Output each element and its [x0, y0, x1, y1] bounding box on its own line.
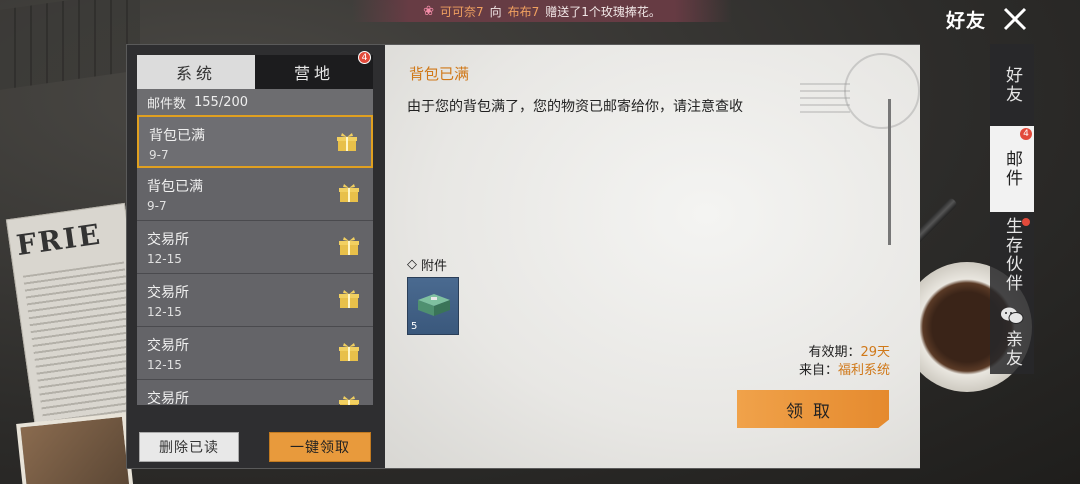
tab-mail[interactable]: 4 邮件 — [990, 126, 1034, 212]
content-scrollbar[interactable] — [888, 99, 891, 245]
list-item[interactable]: 交易所 12-15 — [137, 274, 373, 327]
mail-panel: 系统 营地 4 邮件数 155/200 背包已满 9-7 背包已满 9-7 交易… — [126, 44, 920, 469]
delete-read-button[interactable]: 删除已读 — [139, 432, 239, 462]
mail-title: 背包已满 — [149, 128, 205, 144]
attachment-label-text: 附件 — [421, 259, 448, 274]
list-item[interactable]: 交易所 — [137, 380, 373, 405]
mail-count-label: 邮件数 — [147, 96, 187, 112]
tab-close-friends-label: 亲友 — [1002, 330, 1022, 368]
mail-title: 交易所 — [147, 338, 189, 354]
right-tab-strip: 好友 4 邮件 生存伙伴 亲友 — [990, 44, 1034, 374]
tab-system-label: 系统 — [175, 64, 216, 83]
validity-value: 29天 — [860, 345, 890, 360]
mail-title: 交易所 — [147, 285, 189, 301]
notice-action: 赠送了1个玫瑰捧花。 — [545, 4, 661, 19]
mail-date: 9-7 — [149, 148, 169, 162]
gift-icon — [339, 184, 359, 202]
validity-label: 有效期： — [808, 345, 861, 360]
gift-icon — [339, 290, 359, 308]
camp-badge: 4 — [358, 51, 371, 64]
gift-icon — [337, 133, 357, 151]
mail-list[interactable]: 背包已满 9-7 背包已满 9-7 交易所 12-15 交易所 12-15 交易… — [137, 115, 373, 405]
claim-button[interactable]: 领取 — [737, 390, 889, 428]
mail-count-value: 155/200 — [194, 94, 249, 110]
page-title: 好友 — [946, 10, 987, 32]
attachment-label: ◇ 附件 — [407, 255, 447, 274]
mail-actions: 删除已读 一键领取 — [139, 432, 371, 462]
gift-notification: ❀ 可可奈7 向 布布7 赠送了1个玫瑰捧花。 — [352, 0, 732, 22]
mail-body: 由于您的背包满了，您的物资已邮寄给你，请注意查收 — [407, 99, 743, 115]
mail-date: 9-7 — [147, 199, 167, 213]
close-icon — [1003, 7, 1027, 31]
mail-sender: 来自：福利系统 — [799, 359, 890, 378]
list-item[interactable]: 交易所 12-15 — [137, 221, 373, 274]
tab-system[interactable]: 系统 — [137, 55, 255, 89]
mail-list-column: 系统 营地 4 邮件数 155/200 背包已满 9-7 背包已满 9-7 交易… — [137, 51, 373, 463]
tab-camp[interactable]: 营地 4 — [255, 51, 373, 89]
close-button[interactable] — [1002, 6, 1028, 32]
mail-date: 12-15 — [147, 305, 182, 319]
sender-label: 来自： — [798, 363, 838, 378]
tab-mail-label: 邮件 — [1002, 150, 1022, 188]
sender-value: 福利系统 — [837, 363, 890, 378]
mail-subject: 背包已满 — [409, 65, 470, 83]
mail-title: 交易所 — [147, 391, 189, 405]
gift-icon — [339, 343, 359, 361]
mail-title: 交易所 — [147, 232, 189, 248]
tab-friends[interactable]: 好友 — [990, 44, 1034, 126]
mail-count: 邮件数 155/200 — [137, 89, 373, 115]
mail-content: 背包已满 由于您的背包满了，您的物资已邮寄给你，请注意查收 ◇ 附件 5 有效期… — [385, 45, 920, 468]
mail-badge: 4 — [1020, 128, 1032, 140]
gift-icon — [339, 237, 359, 255]
tab-companion[interactable]: 生存伙伴 — [990, 214, 1034, 296]
photo-decoration — [16, 412, 134, 484]
supply-box-icon — [418, 294, 450, 316]
notice-receiver: 布布7 — [507, 4, 540, 19]
mail-title: 背包已满 — [147, 179, 203, 195]
mail-date: 12-15 — [147, 252, 182, 266]
list-item[interactable]: 交易所 12-15 — [137, 327, 373, 380]
tab-camp-label: 营地 — [293, 64, 334, 83]
diamond-icon: ◇ — [407, 257, 417, 272]
notice-sender: 可可奈7 — [439, 4, 484, 19]
validity: 有效期：29天 — [808, 341, 890, 360]
list-item[interactable]: 背包已满 9-7 — [137, 168, 373, 221]
postmark-decoration — [844, 53, 920, 129]
companion-dot — [1022, 218, 1030, 226]
attachment-item[interactable]: 5 — [407, 277, 459, 335]
gift-icon — [339, 396, 359, 405]
mail-date: 12-15 — [147, 358, 182, 372]
tab-close-friends[interactable]: 亲友 — [990, 300, 1034, 374]
wechat-icon — [1001, 307, 1024, 324]
flower-icon: ❀ — [423, 3, 434, 19]
tab-companion-label: 生存伙伴 — [1002, 217, 1022, 293]
attachment-quantity: 5 — [411, 321, 418, 332]
notice-mid: 向 — [489, 4, 502, 19]
list-item[interactable]: 背包已满 9-7 — [137, 115, 373, 168]
postmark-lines-decoration — [800, 83, 850, 113]
tab-friends-label: 好友 — [1002, 66, 1022, 104]
claim-all-button[interactable]: 一键领取 — [269, 432, 371, 462]
mail-category-tabs: 系统 营地 4 — [137, 51, 373, 89]
